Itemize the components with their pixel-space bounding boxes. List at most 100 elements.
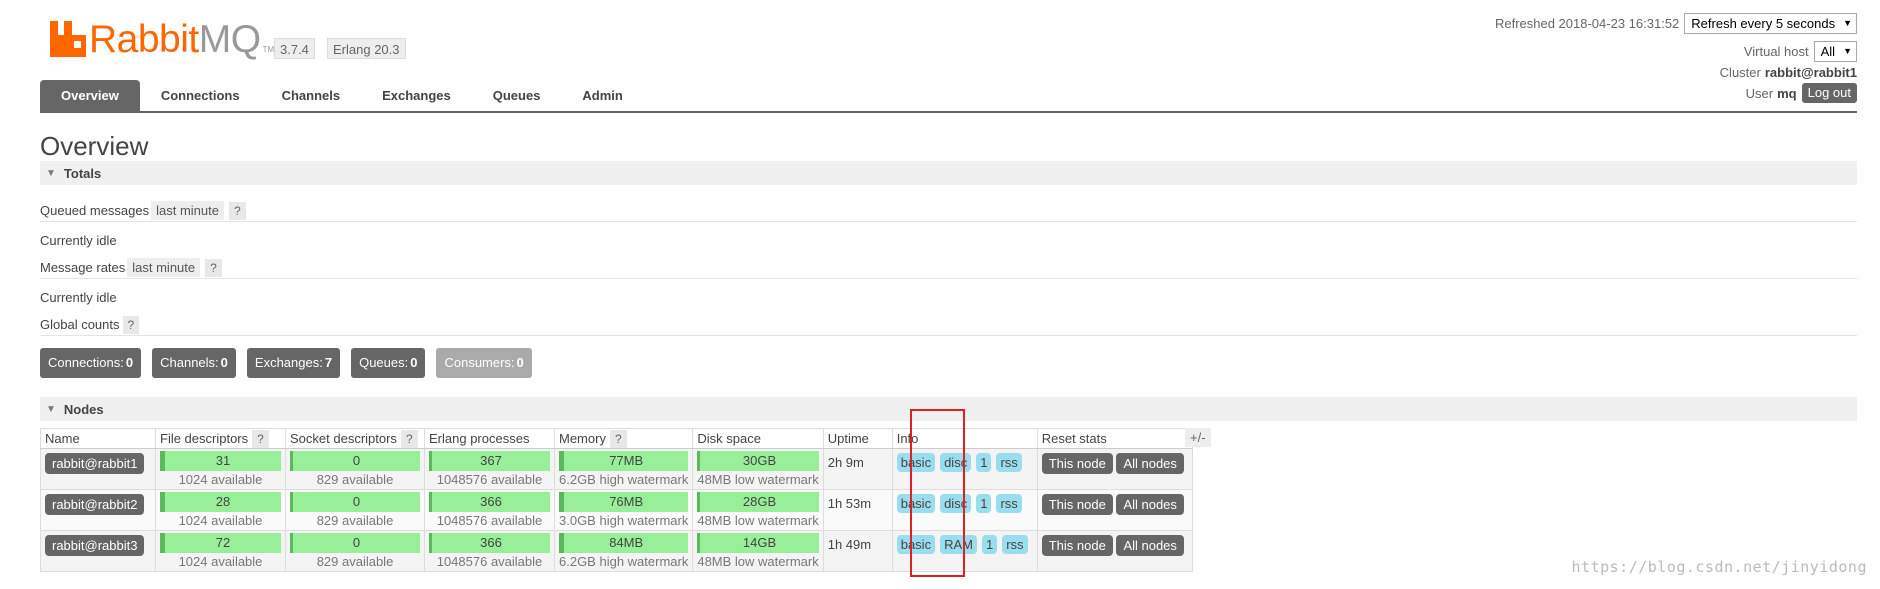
file-descriptors-available: 1024 available	[178, 472, 263, 487]
erlang-processes-available: 1048576 available	[436, 554, 543, 569]
queued-messages-range[interactable]: last minute	[151, 201, 224, 220]
memory-bar: 77MB	[559, 451, 689, 471]
queues-counter[interactable]: Queues: 0	[351, 348, 426, 378]
node-link[interactable]: rabbit@rabbit2	[45, 494, 145, 515]
col-memory[interactable]: Memory?	[553, 428, 694, 449]
erlang-processes-bar: 366	[429, 533, 550, 553]
socket-descriptors-bar: 0	[290, 533, 420, 553]
virtual-host-select[interactable]: All ▼	[1813, 40, 1857, 62]
rabbitmq-logo[interactable]: RabbitMQ TM	[50, 18, 274, 60]
node-link[interactable]: rabbit@rabbit1	[45, 453, 145, 474]
refreshed-timestamp: Refreshed 2018-04-23 16:31:52	[1494, 15, 1680, 31]
watermark-text: https://blog.csdn.net/jinyidong	[1571, 558, 1867, 576]
file-descriptors-available: 1024 available	[178, 554, 263, 569]
main-nav-tabs: Overview Connections Channels Exchanges …	[40, 80, 644, 112]
col-disk-space[interactable]: Disk space	[692, 428, 824, 449]
reset-all-nodes-button[interactable]: All nodes	[1116, 494, 1184, 515]
chevron-down-icon: ▼	[1843, 18, 1852, 28]
page-title: Overview	[40, 131, 149, 161]
reset-all-nodes-button[interactable]: All nodes	[1116, 453, 1184, 474]
disk-watermark: 48MB low watermark	[697, 513, 819, 528]
table-row: rabbit@rabbit3 72 1024 available 0 829 ava…	[40, 530, 1193, 572]
cluster-label: Cluster	[1719, 64, 1761, 80]
tab-overview[interactable]: Overview	[40, 80, 140, 112]
queued-messages-help[interactable]: ?	[229, 201, 246, 220]
tab-divider	[40, 111, 1857, 113]
queued-messages-label: Queued messages	[40, 203, 150, 218]
global-counts-label: Global counts	[40, 317, 120, 332]
trademark-mark: TM	[262, 45, 275, 54]
file-descriptors-bar: 72	[160, 533, 281, 553]
tab-exchanges[interactable]: Exchanges	[361, 80, 472, 112]
virtual-host-label: Virtual host	[1743, 43, 1809, 59]
memory-watermark: 6.2GB high watermark	[559, 554, 689, 569]
info-badge-count[interactable]: 1	[976, 494, 992, 513]
global-counts-row: Global counts ?	[40, 314, 1857, 336]
memory-watermark: 3.0GB high watermark	[559, 513, 689, 528]
exchanges-counter[interactable]: Exchanges: 7	[246, 348, 341, 378]
socket-descriptors-available: 829 available	[316, 472, 394, 487]
consumers-counter[interactable]: Consumers: 0	[436, 348, 532, 378]
reset-this-node-button[interactable]: This node	[1041, 453, 1113, 474]
annotation-highlight-box	[910, 409, 965, 577]
disk-space-bar: 28GB	[697, 492, 819, 512]
queued-messages-row: Queued messages last minute ?	[40, 200, 1857, 222]
memory-watermark: 6.2GB high watermark	[559, 472, 689, 487]
user-name: mq	[1777, 85, 1797, 101]
rabbitmq-logo-icon	[50, 21, 86, 57]
memory-bar: 76MB	[559, 492, 689, 512]
socket-descriptors-help[interactable]: ?	[400, 430, 418, 448]
table-row: rabbit@rabbit1 31 1024 available 0 829 ava…	[40, 448, 1193, 490]
tab-queues[interactable]: Queues	[472, 80, 562, 112]
nodes-section-title: Nodes	[63, 401, 104, 417]
channels-counter[interactable]: Channels: 0	[152, 348, 236, 378]
node-link[interactable]: rabbit@rabbit3	[45, 535, 145, 556]
message-rates-row: Message rates last minute ?	[40, 257, 1857, 279]
message-rates-range[interactable]: last minute	[127, 258, 201, 277]
user-label: User	[1745, 85, 1774, 101]
socket-descriptors-bar: 0	[290, 492, 420, 512]
info-badge-rss[interactable]: rss	[996, 494, 1022, 513]
uptime-value: 1h 53m	[827, 496, 872, 511]
col-reset-stats: Reset stats	[1036, 428, 1193, 449]
col-uptime[interactable]: Uptime	[822, 428, 893, 449]
col-socket-descriptors[interactable]: Socket descriptors?	[285, 428, 425, 449]
message-rates-label: Message rates	[40, 260, 126, 275]
reset-this-node-button[interactable]: This node	[1041, 494, 1113, 515]
info-badge-rss[interactable]: rss	[1002, 535, 1028, 554]
info-badge-rss[interactable]: rss	[996, 453, 1022, 472]
col-erlang-processes[interactable]: Erlang processes	[424, 428, 555, 449]
info-badge-count[interactable]: 1	[981, 535, 998, 554]
collapse-triangle-icon: ▼	[46, 403, 56, 415]
tab-channels[interactable]: Channels	[261, 80, 362, 112]
tab-admin[interactable]: Admin	[561, 80, 643, 112]
totals-section-toggle[interactable]: ▼ Totals	[40, 161, 1857, 185]
message-rates-idle: Currently idle	[40, 290, 117, 305]
collapse-triangle-icon: ▼	[46, 167, 56, 179]
memory-help[interactable]: ?	[609, 430, 627, 448]
col-file-descriptors[interactable]: File descriptors?	[155, 428, 286, 449]
columns-toggle-button[interactable]: +/-	[1185, 428, 1211, 447]
tab-connections[interactable]: Connections	[140, 80, 261, 112]
info-badge-count[interactable]: 1	[976, 453, 992, 472]
logout-button[interactable]: Log out	[1801, 83, 1857, 103]
message-rates-help[interactable]: ?	[205, 258, 222, 277]
nodes-table: Name File descriptors? Socket descriptor…	[40, 428, 1193, 572]
col-name[interactable]: Name	[40, 428, 156, 449]
cluster-name: rabbit@rabbit1	[1764, 64, 1857, 80]
header-status: Refreshed 2018-04-23 16:31:52 Refresh ev…	[1495, 12, 1857, 104]
reset-all-nodes-button[interactable]: All nodes	[1116, 535, 1184, 556]
reset-this-node-button[interactable]: This node	[1041, 535, 1113, 556]
file-descriptors-bar: 31	[160, 451, 281, 471]
uptime-value: 1h 49m	[827, 537, 872, 552]
erlang-processes-available: 1048576 available	[436, 513, 543, 528]
erlang-processes-bar: 367	[429, 451, 550, 471]
global-counts-help[interactable]: ?	[122, 315, 140, 334]
socket-descriptors-available: 829 available	[316, 554, 394, 569]
refresh-interval-select[interactable]: Refresh every 5 seconds ▼	[1684, 12, 1857, 34]
erlang-version-badge: Erlang 20.3	[327, 38, 406, 59]
socket-descriptors-available: 829 available	[316, 513, 394, 528]
file-descriptors-help[interactable]: ?	[252, 430, 269, 448]
totals-section-title: Totals	[63, 165, 102, 181]
connections-counter[interactable]: Connections: 0	[40, 348, 142, 378]
